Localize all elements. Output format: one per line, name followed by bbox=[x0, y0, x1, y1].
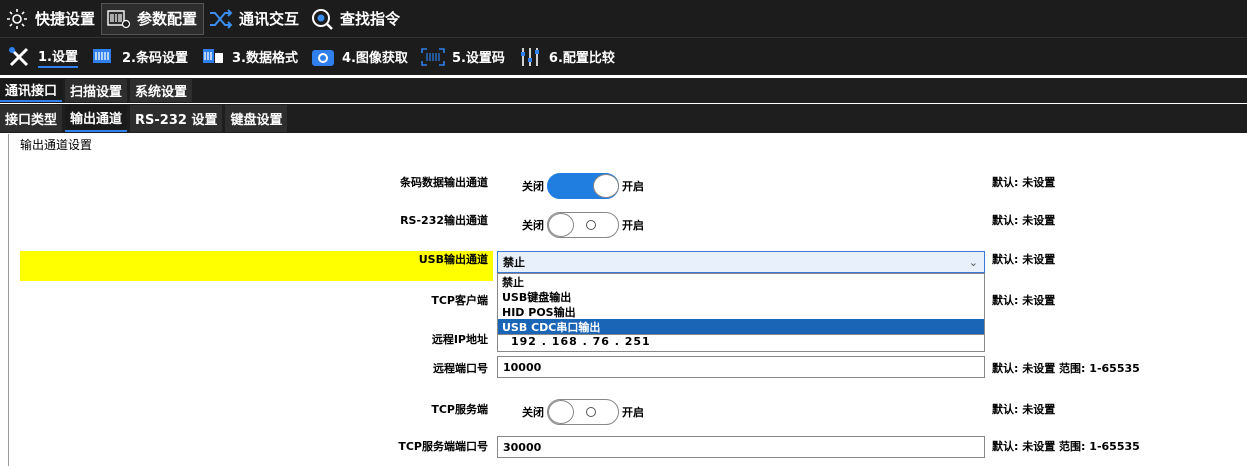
sliders-icon bbox=[517, 44, 543, 70]
shuffle-icon bbox=[208, 6, 234, 32]
section-title: 输出通道设置 bbox=[20, 138, 93, 152]
toggle-off-label: 关闭 bbox=[522, 219, 544, 232]
subcategory-tab-bar: 接口类型 输出通道 RS-232 设置 键盘设置 bbox=[0, 104, 1247, 133]
tcp-server-toggle-group: 关闭 开启 bbox=[522, 399, 644, 425]
tab-label: 参数配置 bbox=[137, 10, 198, 28]
tab-system-settings[interactable]: 系统设置 bbox=[130, 79, 193, 102]
toggle-off-mark bbox=[586, 220, 596, 230]
tab-settings[interactable]: 1.设置 bbox=[0, 42, 84, 72]
tab-parameter-config[interactable]: 参数配置 bbox=[101, 2, 205, 35]
tab-communication[interactable]: 通讯交互 bbox=[204, 3, 305, 35]
rs232-output-toggle-group: 关闭 开启 bbox=[522, 212, 644, 238]
tab-find-command[interactable]: 查找指令 bbox=[305, 3, 406, 35]
tab-label: 1.设置 bbox=[38, 46, 78, 68]
barcode-output-default: 默认: 未设置 bbox=[992, 176, 1056, 189]
tab-label: 查找指令 bbox=[340, 10, 401, 28]
toggle-knob bbox=[548, 400, 574, 424]
tcp-client-default: 默认: 未设置 bbox=[992, 294, 1056, 307]
usb-output-value: 禁止 bbox=[503, 256, 525, 269]
remote-port-label: 远程端口号 bbox=[433, 362, 488, 375]
usb-output-default: 默认: 未设置 bbox=[992, 253, 1056, 266]
gear-icon bbox=[4, 6, 30, 32]
remote-port-field[interactable]: 10000 bbox=[497, 356, 985, 378]
tab-label: 5.设置码 bbox=[451, 51, 505, 66]
barcode-config-icon bbox=[106, 6, 132, 32]
tab-interface-type[interactable]: 接口类型 bbox=[0, 105, 63, 132]
tab-data-format[interactable]: 3.数据格式 bbox=[194, 42, 304, 72]
tab-setting-code[interactable]: 5.设置码 bbox=[414, 42, 511, 72]
remote-ip-value: 192 . 168 . 76 . 251 bbox=[511, 334, 651, 348]
tcp-server-toggle[interactable] bbox=[547, 399, 619, 425]
usb-output-dropdown: 禁止 USB键盘输出 HID POS输出 USB CDC串口输出 bbox=[497, 273, 985, 335]
rs232-output-toggle[interactable] bbox=[547, 212, 619, 238]
scan-code-icon bbox=[420, 44, 446, 70]
sub-tab-bar: 1.设置 2.条码设置 3.数据格式 4.图像获取 5.设置码 6.配置比较 bbox=[0, 37, 1247, 75]
tools-icon bbox=[6, 44, 32, 70]
content-border bbox=[8, 134, 9, 466]
tab-label: 2.条码设置 bbox=[121, 51, 188, 66]
toggle-on-label: 开启 bbox=[622, 406, 644, 419]
category-tab-bar: 通讯接口 扫描设置 系统设置 bbox=[0, 78, 1247, 103]
rs232-output-default: 默认: 未设置 bbox=[992, 214, 1056, 227]
usb-output-label: USB输出通道 bbox=[418, 253, 488, 266]
tab-label: 快捷设置 bbox=[35, 10, 96, 28]
barcode-output-toggle[interactable] bbox=[547, 173, 619, 199]
usb-option-keyboard[interactable]: USB键盘输出 bbox=[498, 289, 984, 304]
toggle-off-label: 关闭 bbox=[522, 180, 544, 193]
toggle-knob bbox=[548, 213, 574, 237]
tcp-server-label: TCP服务端 bbox=[431, 403, 488, 416]
chevron-down-icon: ⌄ bbox=[968, 255, 978, 269]
usb-output-select[interactable]: 禁止 ⌄ bbox=[497, 251, 985, 273]
camera-icon bbox=[310, 44, 336, 70]
search-icon bbox=[309, 6, 335, 32]
remote-port-default: 默认: 未设置 范围: 1-65535 bbox=[992, 362, 1140, 375]
tab-barcode-settings[interactable]: 2.条码设置 bbox=[84, 42, 194, 72]
tab-label: 4.图像获取 bbox=[341, 51, 408, 66]
usb-option-cdc-serial[interactable]: USB CDC串口输出 bbox=[498, 319, 984, 334]
toggle-off-mark bbox=[586, 407, 596, 417]
data-format-icon bbox=[200, 44, 226, 70]
tab-output-channel[interactable]: 输出通道 bbox=[65, 105, 128, 132]
tcp-server-port-value: 30000 bbox=[503, 440, 542, 454]
tcp-client-label: TCP客户端 bbox=[431, 294, 488, 307]
tab-label: 6.配置比较 bbox=[548, 51, 615, 66]
remote-ip-label: 远程IP地址 bbox=[431, 333, 488, 346]
tab-scan-settings[interactable]: 扫描设置 bbox=[65, 79, 128, 102]
tab-keyboard-settings[interactable]: 键盘设置 bbox=[225, 105, 288, 132]
tcp-server-port-field[interactable]: 30000 bbox=[497, 436, 985, 458]
toggle-off-label: 关闭 bbox=[522, 406, 544, 419]
toggle-on-label: 开启 bbox=[622, 180, 644, 193]
tab-image-capture[interactable]: 4.图像获取 bbox=[304, 42, 414, 72]
tab-label: 通讯交互 bbox=[239, 10, 300, 28]
tcp-server-port-label: TCP服务端端口号 bbox=[398, 440, 488, 453]
tcp-server-port-default: 默认: 未设置 范围: 1-65535 bbox=[992, 440, 1140, 453]
rs232-output-label: RS-232输出通道 bbox=[400, 214, 488, 227]
tab-rs232-settings[interactable]: RS-232 设置 bbox=[130, 105, 223, 132]
barcode-output-toggle-group: 关闭 开启 bbox=[522, 173, 644, 199]
remote-port-value: 10000 bbox=[503, 360, 542, 374]
usb-option-hid-pos[interactable]: HID POS输出 bbox=[498, 304, 984, 319]
usb-option-disabled[interactable]: 禁止 bbox=[498, 274, 984, 289]
barcode-icon bbox=[90, 44, 116, 70]
barcode-output-label: 条码数据输出通道 bbox=[400, 176, 488, 189]
tab-communication-interface[interactable]: 通讯接口 bbox=[0, 79, 63, 102]
tcp-server-default: 默认: 未设置 bbox=[992, 403, 1056, 416]
toggle-on-label: 开启 bbox=[622, 219, 644, 232]
tab-config-compare[interactable]: 6.配置比较 bbox=[511, 42, 621, 72]
tab-label: 3.数据格式 bbox=[231, 51, 298, 66]
tab-quick-settings[interactable]: 快捷设置 bbox=[0, 3, 101, 35]
toggle-knob bbox=[593, 174, 619, 198]
top-tab-bar: 快捷设置 参数配置 通讯交互 查找指令 bbox=[0, 0, 1247, 37]
